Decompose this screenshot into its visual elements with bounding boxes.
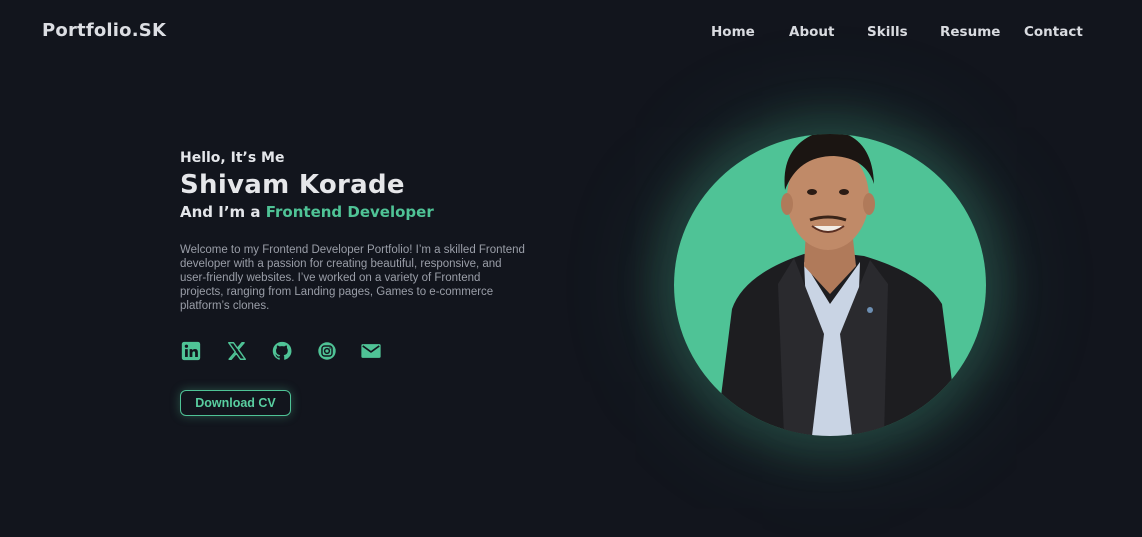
role-prefix: And I’m a	[180, 203, 266, 221]
portrait-illustration	[716, 134, 959, 436]
hero-role: And I’m a Frontend Developer	[180, 203, 530, 221]
instagram-link[interactable]	[316, 340, 338, 362]
download-cv-button[interactable]: Download CV	[180, 390, 291, 416]
main-nav: Home About Skills Resume Contact	[0, 24, 1142, 44]
profile-photo	[674, 134, 986, 436]
hero-greeting: Hello, It’s Me	[180, 150, 285, 166]
role-highlight: Frontend Developer	[265, 203, 434, 221]
email-link[interactable]	[360, 340, 382, 362]
nav-contact[interactable]: Contact	[1024, 24, 1083, 40]
github-icon	[272, 341, 292, 360]
hero-intro: Hello, It’s Me Shivam Korade And I’m a F…	[180, 150, 530, 313]
x-twitter-icon	[228, 342, 246, 360]
hero-description: Welcome to my Frontend Developer Portfol…	[180, 244, 525, 312]
nav-resume[interactable]: Resume	[940, 24, 1000, 40]
mail-icon	[361, 344, 381, 358]
nav-home[interactable]: Home	[711, 24, 755, 40]
nav-about[interactable]: About	[789, 24, 834, 40]
x-twitter-link[interactable]	[226, 340, 248, 362]
hero-name: Shivam Korade	[180, 170, 405, 200]
linkedin-icon	[181, 341, 201, 361]
nav-skills[interactable]: Skills	[867, 24, 908, 40]
github-link[interactable]	[271, 340, 293, 362]
instagram-icon	[318, 342, 336, 360]
site-header: Portfolio.SK Home About Skills Resume Co…	[0, 0, 1142, 64]
linkedin-link[interactable]	[180, 340, 202, 362]
